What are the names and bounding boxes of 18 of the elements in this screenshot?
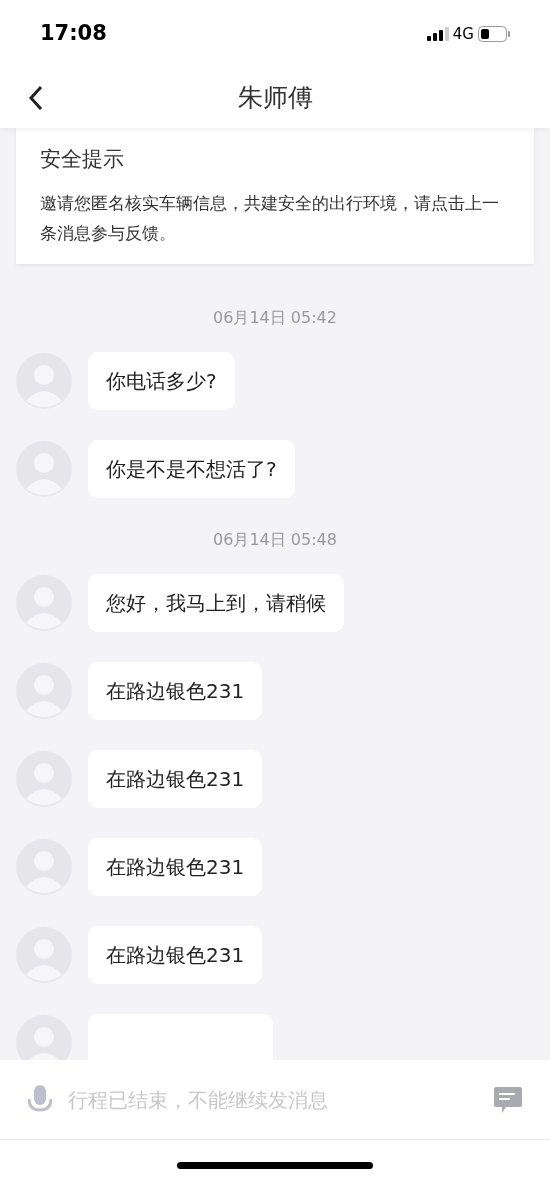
message-bubble: 在路边银色231 [88,749,263,808]
header-title: 朱师傅 [237,82,313,115]
message-bubble: 在路边银色231 [88,925,263,984]
chat-bubble-icon[interactable] [494,1086,522,1113]
network-label: 4G [452,23,474,45]
signal-icon [426,27,449,41]
timestamp: 06月14日 05:48 [213,528,337,551]
status-time: 17:08 [40,20,107,48]
message-bubble: 在路边银色231 [88,661,263,720]
back-icon [27,84,45,112]
notice-title: 安全提示 [40,146,125,173]
message-bubble: 你是不是不想活了? [88,439,295,498]
notice-text: 邀请您匿名核实车辆信息，共建安全的出行环境，请点击上一条消息参与反馈。 [40,191,500,245]
timestamp: 06月14日 05:42 [213,306,337,329]
message-bubble: 您好，我马上到，请稍候 [88,573,344,632]
message-bubble: 你电话多少? [88,351,235,410]
message-bubble: 在路边银色231 [88,837,263,896]
battery-icon [478,26,510,42]
